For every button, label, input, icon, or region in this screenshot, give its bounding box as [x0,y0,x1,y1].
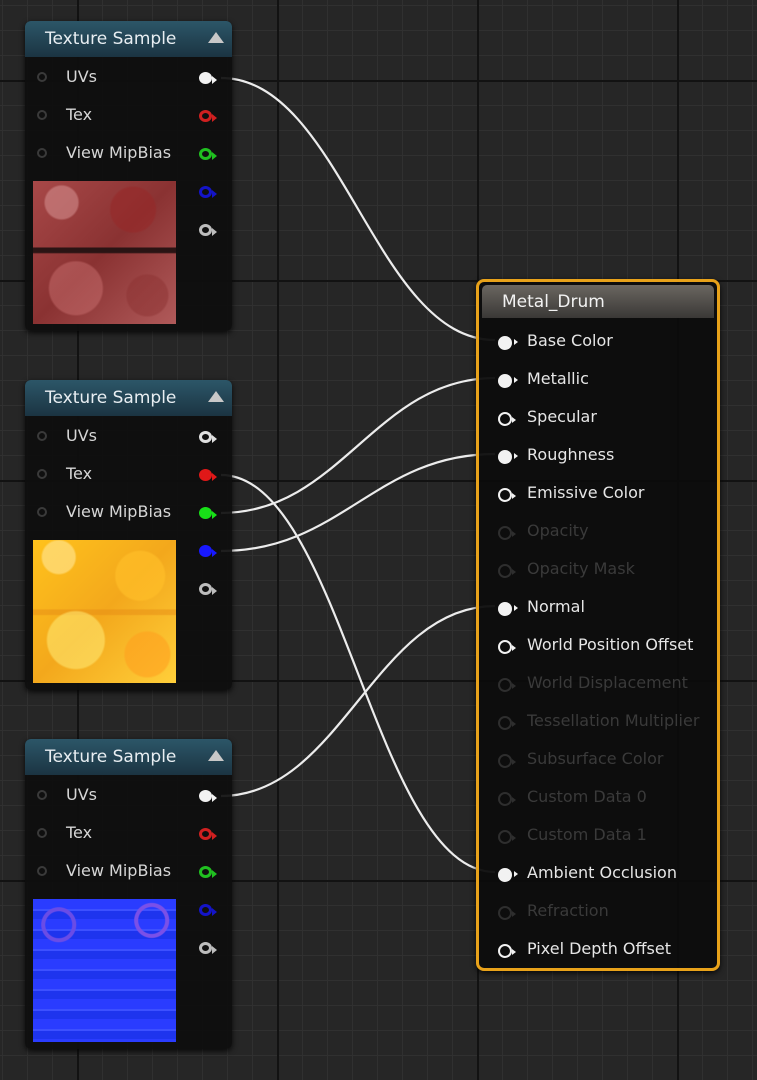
input-label-emissive-color: Emissive Color [527,483,645,502]
pin-label-tex: Tex [66,823,93,842]
ambient-occlusion-input-pin[interactable] [498,868,518,882]
texture-thumbnail [33,540,176,683]
input-label-metallic: Metallic [527,369,589,388]
input-label-custom-data-0: Custom Data 0 [527,787,647,806]
uvs-input-pin[interactable] [37,72,47,82]
uvs-output-pin[interactable] [199,72,217,84]
texture-sample-node-3[interactable]: Texture Sample UVs Tex View MipBias [25,739,232,1049]
uvs-input-pin[interactable] [37,790,47,800]
view-mipbias-output-pin[interactable] [199,148,217,160]
input-label-opacity-mask: Opacity Mask [527,559,635,578]
view-mipbias-input-pin[interactable] [37,148,47,158]
specular-input-pin[interactable] [498,412,516,426]
pin-label-uvs: UVs [66,785,97,804]
roughness-input-pin[interactable] [498,450,518,464]
texture-thumbnail [33,899,176,1042]
input-label-world-displacement: World Displacement [527,673,688,692]
metallic-input-pin[interactable] [498,374,518,388]
input-label-roughness: Roughness [527,445,615,464]
node-header[interactable]: Texture Sample [25,739,232,775]
refraction-input-pin [498,906,516,920]
tex-output-pin[interactable] [199,828,217,840]
input-label-base-color: Base Color [527,331,613,350]
tex-output-pin[interactable] [199,110,217,122]
uvs-input-pin[interactable] [37,431,47,441]
input-label-opacity: Opacity [527,521,589,540]
tex-input-pin[interactable] [37,110,47,120]
pin-label-tex: Tex [66,105,93,124]
input-label-pixel-depth-offset: Pixel Depth Offset [527,939,671,958]
custom-data-1-input-pin [498,830,516,844]
input-label-subsurface-color: Subsurface Color [527,749,664,768]
input-label-normal: Normal [527,597,585,616]
uvs-output-pin[interactable] [199,790,217,802]
emissive-color-input-pin[interactable] [498,488,516,502]
material-node-metal-drum[interactable]: Metal_Drum Base Color Metallic Specular Rou… [476,279,720,971]
view-mipbias-input-pin[interactable] [37,866,47,876]
world-position-offset-input-pin[interactable] [498,640,516,654]
pixel-depth-offset-input-pin[interactable] [498,944,516,958]
node-title: Texture Sample [45,29,177,49]
tex-output-pin[interactable] [199,469,217,481]
collapse-arrow-icon[interactable] [208,32,224,43]
blue-channel-output-pin[interactable] [199,545,217,557]
node-title: Texture Sample [45,747,177,767]
world-displacement-input-pin [498,678,516,692]
pin-label-view-mipbias: View MipBias [66,861,172,880]
node-title: Texture Sample [45,388,177,408]
opacity-input-pin [498,526,516,540]
pin-label-view-mipbias: View MipBias [66,502,172,521]
wire-blue-to-roughness [220,452,496,553]
texture-thumbnail [33,181,176,324]
pin-label-view-mipbias: View MipBias [66,143,172,162]
base-color-input-pin[interactable] [498,336,518,350]
tessellation-multiplier-input-pin [498,716,516,730]
view-mipbias-output-pin[interactable] [199,866,217,878]
normal-input-pin[interactable] [498,602,518,616]
blue-channel-output-pin[interactable] [199,904,217,916]
blue-channel-output-pin[interactable] [199,186,217,198]
opacity-mask-input-pin [498,564,516,578]
wire-tex-to-ambient-occlusion [220,473,496,874]
wire-view-mipbias-to-metallic [220,376,496,515]
texture-sample-node-2[interactable]: Texture Sample UVs Tex View MipBias [25,380,232,690]
node-title: Metal_Drum [502,292,605,312]
input-label-world-position-offset: World Position Offset [527,635,694,654]
view-mipbias-output-pin[interactable] [199,507,217,519]
node-header[interactable]: Texture Sample [25,380,232,416]
pin-label-uvs: UVs [66,426,97,445]
alpha-channel-output-pin[interactable] [199,583,217,595]
wire-uvs-to-normal [220,604,496,798]
subsurface-color-input-pin [498,754,516,768]
input-label-refraction: Refraction [527,901,609,920]
input-label-tessellation-multiplier: Tessellation Multiplier [527,711,700,730]
view-mipbias-input-pin[interactable] [37,507,47,517]
pin-label-tex: Tex [66,464,93,483]
alpha-channel-output-pin[interactable] [199,224,217,236]
wire-uvs-to-base-color [220,76,496,342]
alpha-channel-output-pin[interactable] [199,942,217,954]
collapse-arrow-icon[interactable] [208,391,224,402]
tex-input-pin[interactable] [37,469,47,479]
input-label-custom-data-1: Custom Data 1 [527,825,647,844]
texture-sample-node-1[interactable]: Texture Sample UVs Tex View MipBias [25,21,232,331]
custom-data-0-input-pin [498,792,516,806]
input-label-ambient-occlusion: Ambient Occlusion [527,863,677,882]
node-header[interactable]: Metal_Drum [482,285,714,318]
pin-label-uvs: UVs [66,67,97,86]
input-label-specular: Specular [527,407,597,426]
node-header[interactable]: Texture Sample [25,21,232,57]
collapse-arrow-icon[interactable] [208,750,224,761]
tex-input-pin[interactable] [37,828,47,838]
uvs-output-pin[interactable] [199,431,217,443]
